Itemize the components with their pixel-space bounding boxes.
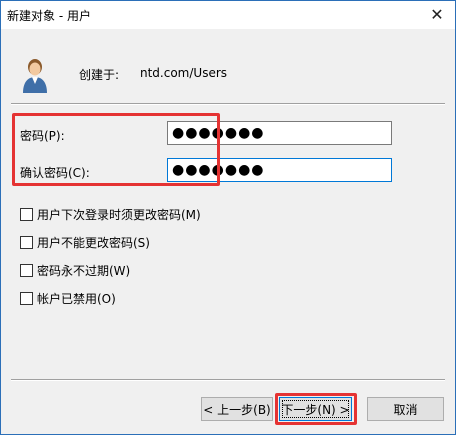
separator-top [11,103,445,105]
created-in-label: 创建于: [79,68,120,82]
checkbox-box[interactable] [20,292,33,305]
cancel-button-label: 取消 [393,402,418,417]
checkbox-password-never-expires[interactable]: 密码永不过期(W) [20,262,130,279]
created-in-value: ntd.com/Users [140,66,228,80]
close-button[interactable]: ✕ [419,1,455,27]
back-button-label: < 上一步(B) [203,402,271,417]
checkbox-label: 用户下次登录时须更改密码(M) [37,208,201,222]
highlight-box-password-fields [12,113,220,186]
close-icon: ✕ [430,4,444,24]
title-bar: 新建对象 - 用户 ✕ [1,1,455,29]
window-title: 新建对象 - 用户 [7,9,91,23]
highlight-box-next-button [275,393,357,425]
user-icon [23,59,47,93]
back-button[interactable]: < 上一步(B) [201,397,273,421]
checkbox-must-change-password[interactable]: 用户下次登录时须更改密码(M) [20,206,201,223]
checkbox-box[interactable] [20,208,33,221]
checkbox-account-disabled[interactable]: 帐户已禁用(O) [20,290,116,307]
new-object-user-dialog: 新建对象 - 用户 ✕ 创建于: ntd.com/Users 密码(P): ●●… [0,0,456,435]
separator-bottom [11,379,445,381]
checkbox-cannot-change-password[interactable]: 用户不能更改密码(S) [20,234,150,251]
checkbox-box[interactable] [20,264,33,277]
checkbox-label: 帐户已禁用(O) [37,292,116,306]
checkbox-label: 密码永不过期(W) [37,264,131,278]
cancel-button[interactable]: 取消 [367,397,444,421]
checkbox-box[interactable] [20,236,33,249]
checkbox-label: 用户不能更改密码(S) [37,236,150,250]
dialog-content: 创建于: ntd.com/Users 密码(P): ●●●●●●● 确认密码(C… [1,29,455,434]
